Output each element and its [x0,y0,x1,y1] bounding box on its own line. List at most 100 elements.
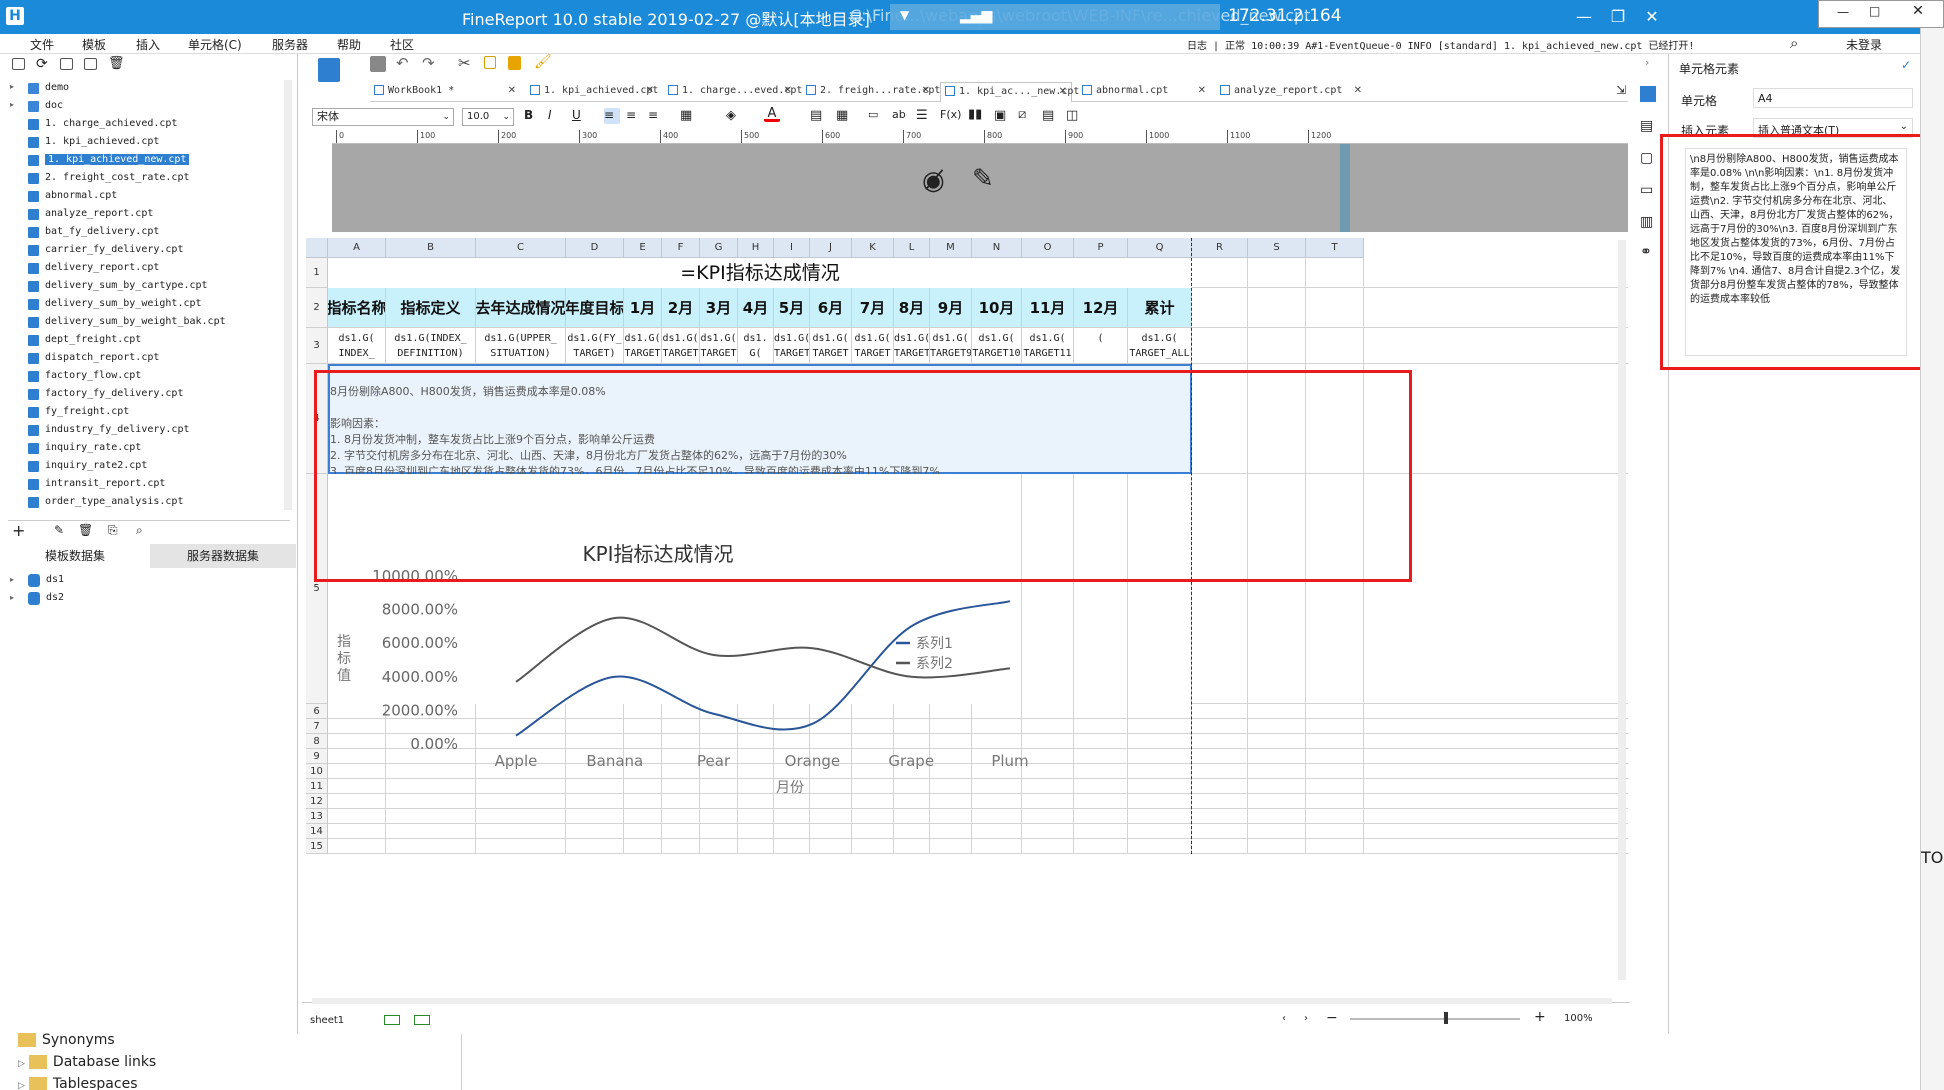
zoom-out-icon[interactable]: − [1326,1010,1338,1026]
add-sheet-icon[interactable] [384,1015,400,1025]
column-header[interactable]: O [1022,238,1074,258]
tree-item[interactable]: ▸ demo [0,80,288,98]
align-center-icon[interactable]: ≡ [626,108,642,124]
formula-cell[interactable]: ds1.G( TARGET9 ) [930,328,972,364]
tab-menu-icon[interactable]: ⇲ [1616,83,1626,97]
formula-icon[interactable]: F(x) [940,108,961,124]
header-cell[interactable]: 2月 [662,288,700,328]
column-header[interactable]: L [894,238,930,258]
template-tab[interactable]: 1. kpi_achieved.cpt ✕ [526,82,658,102]
close-icon[interactable]: ✕ [1198,85,1206,96]
formula-cell[interactable]: ds1.G( TARGET 6) [810,328,852,364]
tree-item[interactable]: 1. charge_achieved.cpt [0,116,288,134]
tree-item[interactable]: factory_fy_delivery.cpt [0,386,288,404]
template-tab[interactable]: abnormal.cpt ✕ [1078,82,1210,102]
cut-icon[interactable]: ✂ [458,54,474,72]
tree-item[interactable]: analyze_report.cpt [0,206,288,224]
close-icon[interactable]: ✕ [1059,86,1067,97]
header-cell[interactable]: 指标定义 [386,288,476,328]
scroll-left-icon[interactable]: ‹ [1282,1013,1286,1024]
refresh-icon[interactable]: ⟳ [36,56,52,72]
condition-icon[interactable]: ▭ [1640,182,1653,198]
column-header[interactable]: J [810,238,852,258]
subreport-icon[interactable]: ▤ [1042,108,1058,124]
formula-cell[interactable]: ds1.G( TARGET 5) [774,328,810,364]
menu-help[interactable]: 帮助 [337,36,361,53]
bg-tree-item[interactable]: ▷ Tablespaces [18,1076,138,1090]
column-header[interactable]: B [386,238,476,258]
row-header[interactable]: 1 [306,258,328,288]
row-header[interactable]: 12 [306,794,328,809]
minimize-icon[interactable]: — [1837,5,1849,19]
tree-item[interactable]: bat_fy_delivery.cpt [0,224,288,242]
expand-icon[interactable]: ▸ [10,82,14,91]
header-cell[interactable]: 6月 [810,288,852,328]
menu-file[interactable]: 文件 [30,36,54,53]
zoom-in-icon[interactable]: + [1534,1009,1546,1025]
expand-icon[interactable]: ▸ [10,575,14,584]
expand-icon[interactable]: ▸ [10,593,14,602]
tree-item[interactable]: inquiry_rate.cpt [0,440,288,458]
header-cell[interactable]: 12月 [1074,288,1128,328]
menu-cell[interactable]: 单元格(C) [188,36,242,53]
column-header[interactable]: I [774,238,810,258]
format-painter-icon[interactable]: 🖌 [534,54,552,70]
delete-dataset-icon[interactable]: 🗑 [78,523,93,537]
wrap-icon[interactable]: ☰ [916,108,932,124]
formula-cell[interactable]: ds1.G( TARGET_ALL ) [1128,328,1192,364]
bold-icon[interactable]: B [524,108,540,124]
column-header[interactable]: S [1248,238,1306,258]
save-icon[interactable] [370,56,386,72]
header-cell[interactable]: 年度目标 [566,288,624,328]
border-icon[interactable]: ▦ [680,108,696,124]
menu-template[interactable]: 模板 [82,36,106,53]
close-icon[interactable]: ✕ [508,85,516,96]
zoom-slider[interactable] [1350,1018,1520,1020]
pencil-icon[interactable]: ✎ [972,164,994,194]
login-link[interactable]: 未登录 [1846,36,1882,53]
row-header[interactable]: 10 [306,764,328,779]
header-cell[interactable]: 1月 [624,288,662,328]
template-tab[interactable]: 1. kpi_ac..._new.cpt ✕ [940,82,1079,102]
open-icon[interactable] [60,58,73,70]
column-header[interactable]: E [624,238,662,258]
tree-item[interactable]: dispatch_report.cpt [0,350,288,368]
maximize-icon[interactable]: □ [1869,4,1880,18]
tree-item[interactable]: fy_freight.cpt [0,404,288,422]
tree-item[interactable]: delivery_sum_by_weight.cpt [0,296,288,314]
formula-cell[interactable]: ds1.G( TARGET 7) [852,328,894,364]
italic-icon[interactable]: I [548,108,564,124]
style-icon[interactable]: ▥ [1640,214,1653,230]
column-header[interactable]: G [700,238,738,258]
paste-icon[interactable] [508,56,521,70]
close-icon[interactable]: ✕ [1640,6,1664,28]
header-cell[interactable]: 4月 [738,288,774,328]
tree-item[interactable]: abnormal.cpt [0,188,288,206]
close-icon[interactable]: ✕ [646,85,654,96]
row-header[interactable]: 2 [306,288,328,328]
minimize-icon[interactable]: — [1572,6,1596,28]
column-header[interactable]: P [1074,238,1128,258]
dropdown-arrow-icon[interactable]: ▼ [900,8,909,22]
column-header[interactable]: N [972,238,1022,258]
preview-dataset-icon[interactable]: ⎘ [108,523,118,538]
text-icon[interactable]: ▭ [868,108,884,124]
widget-icon[interactable]: ▢ [1640,150,1653,166]
formula-cell[interactable]: ds1.G( TARGET 2) [662,328,700,364]
close-icon[interactable]: ✕ [1354,85,1362,96]
row-header[interactable]: 9 [306,749,328,764]
tree-item[interactable]: 1. kpi_achieved_new.cpt [0,152,288,170]
column-header[interactable]: F [662,238,700,258]
zoom-slider-thumb[interactable] [1444,1012,1448,1024]
formula-cell[interactable]: ds1.G( TARGET 8) [894,328,930,364]
expand-icon[interactable]: ▸ [10,100,14,109]
bg-tree-item[interactable]: ▷ Database links [18,1054,156,1070]
tree-item[interactable]: delivery_sum_by_weight_bak.cpt [0,314,288,332]
tree-item[interactable]: industry_fy_delivery.cpt [0,422,288,440]
header-cell[interactable]: 去年达成情况 [476,288,566,328]
header-cell[interactable]: 7月 [852,288,894,328]
hide-eye-icon[interactable]: ◉̸ [922,166,945,196]
menu-community[interactable]: 社区 [390,36,414,53]
formula-cell[interactable]: ds1.G( TARGET11 ) [1022,328,1074,364]
row-header[interactable]: 3 [306,328,328,364]
